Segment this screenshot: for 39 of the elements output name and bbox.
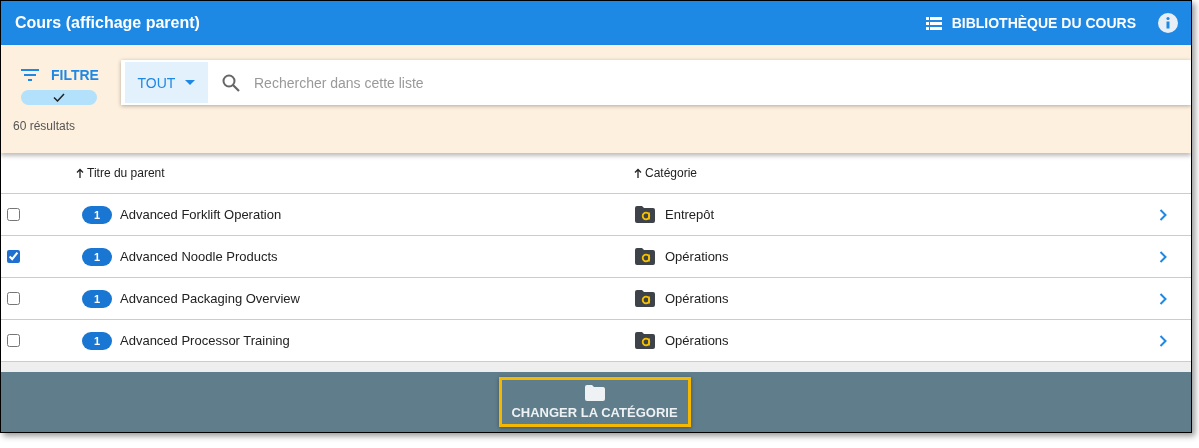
- folder-icon: [584, 384, 605, 401]
- result-count: 60 résultats: [12, 118, 76, 133]
- category-name: Opérations: [665, 249, 729, 264]
- chevron-right-icon[interactable]: [1159, 334, 1167, 347]
- chevron-right-icon[interactable]: [1159, 292, 1167, 305]
- count-badge: 1: [82, 289, 112, 308]
- course-title[interactable]: Advanced Forklift Operation: [120, 207, 282, 222]
- row-checkbox[interactable]: [7, 208, 20, 221]
- row-checkbox[interactable]: [7, 292, 20, 305]
- course-title[interactable]: Advanced Packaging Overview: [120, 291, 300, 306]
- folder-icon: [635, 332, 655, 349]
- filter-icon: [21, 69, 39, 81]
- course-title[interactable]: Advanced Noodle Products: [120, 249, 278, 264]
- folder-icon: [635, 248, 655, 265]
- folder-icon: [635, 206, 655, 223]
- column-header[interactable]: Titre du parent: [87, 166, 165, 180]
- change-category-button[interactable]: CHANGER LA CATÉGORIE: [498, 377, 691, 427]
- sort-arrow-icon: [76, 168, 84, 178]
- course-title[interactable]: Advanced Processor Training: [120, 333, 290, 348]
- folder-icon: [635, 290, 655, 307]
- caret-icon: [185, 80, 196, 85]
- sort-arrow-icon: [634, 168, 642, 178]
- library-button[interactable]: BIBLIOTHÈQUE DU COURS: [925, 15, 1136, 31]
- page-title: Cours (affichage parent): [15, 14, 201, 32]
- info-icon[interactable]: [1158, 13, 1178, 33]
- search-icon: [222, 73, 240, 92]
- category-name: Opérations: [665, 333, 729, 348]
- count-badge: 1: [82, 205, 112, 224]
- chevron-right-icon[interactable]: [1159, 250, 1167, 263]
- list-icon: [925, 16, 942, 30]
- category-name: Entrepôt: [665, 207, 715, 222]
- checkmark-icon: [53, 93, 65, 102]
- row-checkbox[interactable]: [7, 334, 20, 347]
- count-badge: 1: [82, 331, 112, 350]
- category-name: Opérations: [665, 291, 729, 306]
- count-badge: 1: [82, 247, 112, 266]
- row-checkbox[interactable]: [7, 250, 20, 263]
- chevron-right-icon[interactable]: [1159, 208, 1167, 221]
- column-header[interactable]: Catégorie: [645, 166, 698, 180]
